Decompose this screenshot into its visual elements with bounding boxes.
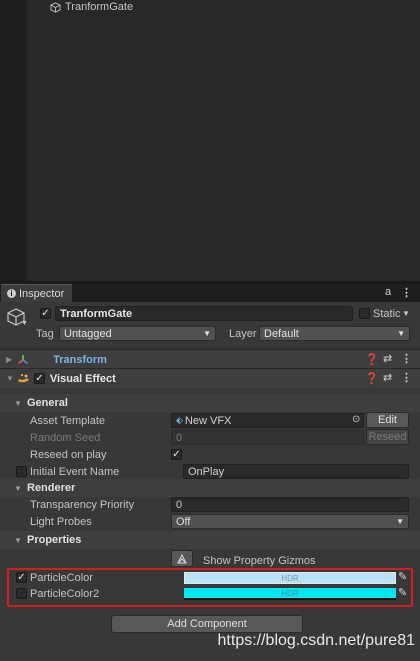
component-menu-icon[interactable]: ⋮ bbox=[401, 371, 412, 384]
asset-template-field[interactable]: ⬖ New VFX bbox=[171, 413, 364, 428]
preset-icon[interactable]: ⇄ bbox=[383, 371, 392, 384]
layer-label: Layer bbox=[229, 328, 257, 340]
properties-title: Properties bbox=[27, 534, 82, 546]
object-picker-icon[interactable]: ⊙ bbox=[352, 414, 360, 425]
gameobject-icon bbox=[50, 1, 61, 13]
transparency-priority-label: Transparency Priority bbox=[30, 498, 135, 511]
transparency-priority-field[interactable]: 0 bbox=[171, 497, 409, 512]
random-seed-value: 0 bbox=[176, 431, 183, 444]
preset-icon[interactable]: ⇄ bbox=[383, 352, 392, 365]
reseed-on-play-label: Reseed on play bbox=[30, 448, 107, 461]
foldout-arrow-icon: ▼ bbox=[14, 483, 22, 493]
gameobject-name-field[interactable]: TranformGate bbox=[55, 306, 353, 321]
random-seed-row: Random Seed 0 Reseed bbox=[0, 429, 420, 446]
visual-effect-icon bbox=[17, 373, 29, 382]
initial-event-toggle[interactable] bbox=[16, 466, 27, 477]
foldout-arrow-icon: ▼ bbox=[14, 398, 22, 408]
tab-menu-icon[interactable]: ⋮ bbox=[401, 286, 412, 299]
visual-effect-component-header[interactable]: ▼ ✓ Visual Effect ❓ ⇄ ⋮ bbox=[0, 368, 420, 388]
gameobject-active-toggle[interactable]: ✓ bbox=[40, 308, 51, 319]
transparency-priority-value: 0 bbox=[176, 498, 183, 511]
light-probes-row: Light Probes Off ▼ bbox=[0, 513, 420, 530]
asset-template-label: Asset Template bbox=[30, 414, 106, 427]
tab-inspector[interactable]: i Inspector bbox=[1, 284, 72, 302]
asset-template-row: Asset Template ⬖ New VFX ⊙ Edit bbox=[0, 412, 420, 429]
visual-effect-enabled-toggle[interactable]: ✓ bbox=[33, 373, 45, 384]
layer-value: Default bbox=[264, 327, 299, 340]
general-section-header[interactable]: ▼ General bbox=[0, 394, 420, 412]
transform-component-header[interactable]: ▶ Transform ❓ ⇄ ⋮ bbox=[0, 349, 420, 369]
static-dropdown-arrow[interactable]: ▼ bbox=[402, 309, 410, 318]
tag-value: Untagged bbox=[64, 327, 112, 340]
chevron-down-icon: ▼ bbox=[397, 329, 405, 338]
watermark-text: https://blog.csdn.net/pure81 bbox=[217, 632, 415, 649]
highlight-annotation-box bbox=[7, 568, 413, 607]
random-seed-label: Random Seed bbox=[30, 431, 101, 444]
add-component-button[interactable]: Add Component bbox=[111, 615, 303, 633]
initial-event-row: Initial Event Name OnPlay bbox=[0, 463, 420, 480]
initial-event-field[interactable]: OnPlay bbox=[183, 464, 409, 479]
hierarchy-panel: TranformGate bbox=[0, 0, 420, 283]
visual-effect-label: Visual Effect bbox=[49, 372, 116, 385]
help-icon[interactable]: ❓ bbox=[365, 372, 379, 385]
transform-label: Transform bbox=[53, 353, 107, 366]
collapse-arrow-icon: ▼ bbox=[6, 374, 14, 383]
gizmo-toggle-button[interactable] bbox=[171, 550, 193, 567]
gizmo-icon bbox=[177, 553, 187, 564]
static-toggle[interactable] bbox=[359, 308, 370, 319]
light-probes-value: Off bbox=[176, 515, 191, 528]
expand-arrow-icon: ▶ bbox=[6, 355, 13, 364]
initial-event-label: Initial Event Name bbox=[30, 465, 120, 478]
inspector-panel: ▼ ✓ TranformGate Static ▼ Tag Untagged ▼… bbox=[0, 302, 420, 661]
light-probes-dropdown[interactable]: Off ▼ bbox=[171, 514, 409, 529]
hierarchy-item-label: TranformGate bbox=[65, 1, 134, 13]
renderer-section-header[interactable]: ▼ Renderer bbox=[0, 479, 420, 497]
light-probes-label: Light Probes bbox=[30, 515, 92, 528]
info-icon: i bbox=[7, 289, 16, 298]
show-property-gizmos-label: Show Property Gizmos bbox=[203, 555, 316, 567]
inspector-tab-bar: i Inspector a ⋮ bbox=[0, 284, 420, 302]
properties-section-header[interactable]: ▼ Properties bbox=[0, 531, 420, 549]
lock-icon[interactable]: a bbox=[385, 286, 391, 298]
general-title: General bbox=[27, 397, 68, 409]
initial-event-value: OnPlay bbox=[188, 465, 225, 478]
transform-icon bbox=[18, 354, 29, 364]
transparency-priority-row: Transparency Priority 0 bbox=[0, 496, 420, 513]
chevron-down-icon: ▼ bbox=[396, 517, 404, 526]
tag-dropdown[interactable]: Untagged ▼ bbox=[59, 326, 216, 341]
layer-dropdown[interactable]: Default ▼ bbox=[259, 326, 410, 341]
hierarchy-item[interactable]: TranformGate bbox=[50, 0, 133, 14]
reseed-on-play-row: Reseed on play ✓ bbox=[0, 446, 420, 463]
static-label: Static bbox=[373, 308, 401, 320]
gameobject-dropdown-arrow[interactable]: ▼ bbox=[21, 320, 28, 327]
component-menu-icon[interactable]: ⋮ bbox=[401, 352, 412, 365]
chevron-down-icon: ▼ bbox=[203, 329, 211, 338]
vfx-asset-icon: ⬖ bbox=[176, 415, 183, 425]
hierarchy-gutter bbox=[0, 0, 27, 283]
foldout-arrow-icon: ▼ bbox=[14, 535, 22, 545]
help-icon[interactable]: ❓ bbox=[365, 353, 379, 366]
asset-template-value: New VFX bbox=[184, 414, 232, 427]
tag-label: Tag bbox=[36, 328, 54, 340]
random-seed-field: 0 bbox=[171, 430, 364, 445]
renderer-title: Renderer bbox=[27, 482, 76, 494]
tab-inspector-label: Inspector bbox=[19, 287, 65, 300]
edit-button[interactable]: Edit bbox=[366, 412, 409, 428]
reseed-on-play-toggle[interactable]: ✓ bbox=[171, 449, 182, 460]
reseed-button: Reseed bbox=[366, 429, 409, 445]
